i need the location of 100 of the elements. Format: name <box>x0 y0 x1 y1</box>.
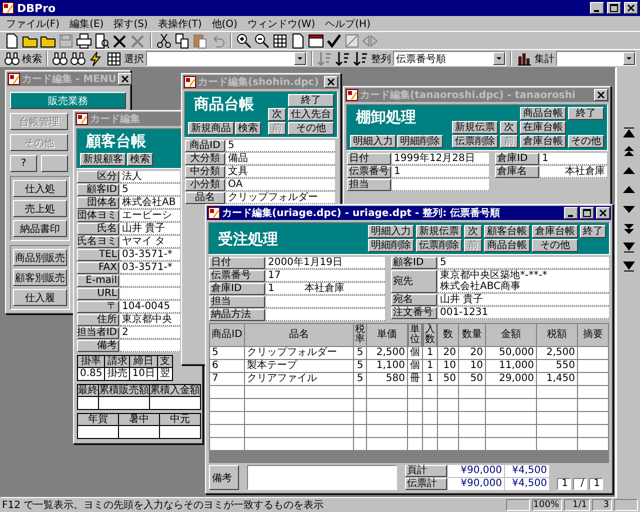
input-field[interactable]: 001-1231 <box>438 307 609 319</box>
input-field[interactable]: 1 本社倉庫 <box>266 283 385 295</box>
minimize-button[interactable] <box>564 207 578 219</box>
command-button[interactable]: 明細入力 <box>350 135 396 148</box>
zoom-out-icon[interactable] <box>254 32 270 48</box>
command-button[interactable]: 伝票削除 <box>452 135 498 148</box>
paste-icon[interactable] <box>192 32 208 48</box>
input-field[interactable]: 1 <box>392 166 489 178</box>
command-button[interactable]: 検索 <box>127 153 153 166</box>
menu-button[interactable]: 顧客別販売 <box>13 269 67 286</box>
cross-icon[interactable] <box>112 32 128 48</box>
input-field[interactable]: 本社倉庫 <box>540 166 607 178</box>
close-button[interactable] <box>324 76 338 88</box>
input-field[interactable]: OA <box>226 179 335 191</box>
window-icon[interactable] <box>308 32 324 48</box>
select-dropdown[interactable] <box>146 51 307 66</box>
command-button[interactable]: 明細削除 <box>397 135 443 148</box>
maximize-button[interactable] <box>607 2 621 14</box>
copy-icon[interactable] <box>174 32 190 48</box>
menu-item[interactable]: 探す(S) <box>114 16 148 30</box>
command-button[interactable]: 次 <box>500 121 518 134</box>
input-field[interactable]: 03-3571-* <box>120 262 180 274</box>
command-button[interactable]: 次 <box>268 108 286 121</box>
command-button[interactable]: 終了 <box>568 107 604 120</box>
check-icon[interactable] <box>326 32 342 48</box>
preview-icon[interactable] <box>94 32 110 48</box>
command-button[interactable]: その他 <box>568 135 604 148</box>
input-field[interactable] <box>266 309 385 321</box>
command-button[interactable]: 検索 <box>235 122 261 135</box>
maximize-button[interactable] <box>580 207 594 219</box>
page-icon[interactable] <box>4 32 20 48</box>
menu-button[interactable]: 販売業務 <box>10 92 126 109</box>
total-dropdown[interactable] <box>556 51 636 66</box>
command-button[interactable]: 終了 <box>288 94 334 107</box>
close-button[interactable] <box>624 2 638 14</box>
input-field[interactable]: 法人 <box>120 171 180 183</box>
command-button[interactable]: その他 <box>288 122 334 135</box>
input-field[interactable] <box>120 288 180 300</box>
close-button[interactable] <box>596 207 610 219</box>
input-field[interactable]: 東京都中央 <box>120 314 180 326</box>
input-field[interactable]: 17 <box>266 270 385 282</box>
command-button[interactable]: 商品台帳 <box>520 107 566 120</box>
menu-item[interactable]: 編集(E) <box>70 16 104 30</box>
input-field[interactable]: 山井 貴子 <box>120 223 180 235</box>
input-field[interactable]: 備品 <box>226 153 335 165</box>
binoculars-icon[interactable] <box>70 50 86 66</box>
input-field[interactable]: 5 <box>438 257 609 269</box>
input-field[interactable]: ヤマイ タ <box>120 236 180 248</box>
command-button[interactable]: 在庫台帳 <box>520 121 566 134</box>
input-field[interactable]: 03-3571-* <box>120 249 180 261</box>
menu-button[interactable]: 売上処 <box>13 200 67 217</box>
remarks-field[interactable] <box>247 465 397 490</box>
input-field[interactable]: 5 <box>120 184 180 196</box>
command-button[interactable]: その他 <box>532 239 578 252</box>
scissors-icon[interactable] <box>156 32 172 48</box>
input-field[interactable]: 2000年1月19日 <box>266 257 385 269</box>
command-button[interactable]: 次 <box>464 225 482 238</box>
input-field[interactable]: 文具 <box>226 166 335 178</box>
close-button[interactable] <box>594 89 608 101</box>
command-button[interactable]: 仕入先台 <box>288 108 334 121</box>
command-button[interactable]: 新規伝票 <box>452 121 498 134</box>
menu-item[interactable]: ウィンドウ(W) <box>247 16 316 30</box>
input-field[interactable]: 5 <box>226 140 335 152</box>
binoculars-icon[interactable] <box>4 50 20 66</box>
table-icon[interactable] <box>272 32 288 48</box>
menu-button[interactable]: 商品別販売 <box>13 249 67 266</box>
binoculars-icon[interactable] <box>52 50 68 66</box>
command-button[interactable]: 新規顧客 <box>80 153 126 166</box>
input-field[interactable]: 104-0045 <box>120 301 180 313</box>
input-field[interactable]: クリップフォルダー <box>226 192 335 204</box>
help-button[interactable]: ? <box>10 155 37 172</box>
input-field[interactable]: 山井 貴子 <box>438 294 609 306</box>
page-icon[interactable] <box>290 32 306 48</box>
input-field[interactable]: エービーシ <box>120 210 180 222</box>
menu-button[interactable]: 仕入処 <box>13 180 67 197</box>
sort-icon[interactable] <box>352 50 369 66</box>
table-icon[interactable] <box>106 50 122 66</box>
menu-item[interactable]: 他(O) <box>212 16 238 30</box>
command-button[interactable]: 倉庫台帳 <box>520 135 566 148</box>
zoom-in-icon[interactable] <box>236 32 252 48</box>
input-field[interactable] <box>392 179 489 191</box>
command-button[interactable]: 明細削除 <box>368 239 414 252</box>
minimize-button[interactable] <box>590 2 604 14</box>
command-button[interactable]: 商品台帳 <box>484 239 530 252</box>
input-field[interactable] <box>120 275 180 287</box>
input-field[interactable]: 東京都中央区築地*-**-* 株式会社ABC商事 <box>438 270 609 293</box>
input-field[interactable] <box>120 340 180 352</box>
blank-button[interactable] <box>41 155 68 172</box>
command-button[interactable]: 顧客台帳 <box>484 225 530 238</box>
sort-dropdown[interactable]: 伝票番号順 <box>392 51 506 66</box>
command-button[interactable]: 新規商品 <box>188 122 234 135</box>
input-field[interactable]: 2 <box>120 327 180 339</box>
input-field[interactable]: 株式会社AB <box>120 197 180 209</box>
menu-button[interactable]: 仕入履 <box>13 289 67 306</box>
command-button[interactable]: 伝票削除 <box>416 239 462 252</box>
menu-item[interactable]: ヘルプ(H) <box>325 16 370 30</box>
input-field[interactable]: 1 <box>540 153 607 165</box>
menu-button[interactable]: 納品書印 <box>13 220 67 237</box>
command-button[interactable]: 倉庫台帳 <box>532 225 578 238</box>
menu-item[interactable]: 表操作(T) <box>158 16 202 30</box>
